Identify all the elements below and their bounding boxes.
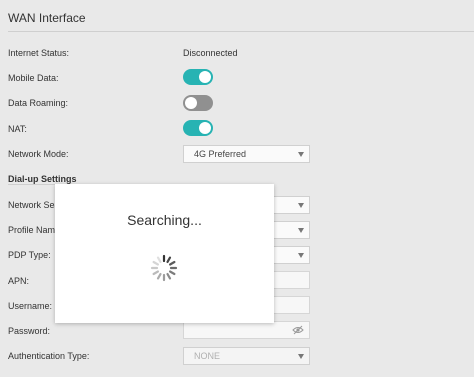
toggle-knob [199,122,211,134]
searching-dialog: Searching... [55,184,274,323]
section-divider [8,31,474,32]
auth-type-value: NONE [194,351,221,361]
network-mode-label: Network Mode: [8,149,69,159]
auth-type-select[interactable]: NONE [183,347,310,365]
chevron-down-icon [298,203,304,208]
apn-label: APN: [8,276,30,286]
internet-status-value: Disconnected [183,48,238,58]
chevron-down-icon [298,228,304,233]
auth-type-label: Authentication Type: [8,351,90,361]
network-mode-value: 4G Preferred [194,149,247,159]
profile-name-label: Profile Nam [8,225,56,235]
internet-status-label: Internet Status: [8,48,70,58]
toggle-knob [185,97,197,109]
network-search-label: Network Sea [8,200,60,210]
mobile-data-label: Mobile Data: [8,73,59,83]
data-roaming-label: Data Roaming: [8,98,69,108]
chevron-down-icon [298,152,304,157]
nat-toggle[interactable] [183,120,213,136]
nat-label: NAT: [8,124,27,134]
dialup-heading: Dial-up Settings [8,174,77,184]
data-roaming-toggle[interactable] [183,95,213,111]
toggle-knob [199,71,211,83]
searching-text: Searching... [127,212,202,228]
section-title: WAN Interface [8,11,86,25]
username-label: Username: [8,301,53,311]
password-label: Password: [8,326,51,336]
eye-slash-icon[interactable] [292,325,304,335]
mobile-data-toggle[interactable] [183,69,213,85]
pdp-type-label: PDP Type: [8,250,51,260]
chevron-down-icon [298,253,304,258]
network-mode-select[interactable]: 4G Preferred [183,145,310,163]
chevron-down-icon [298,354,304,359]
spinner-icon [150,254,178,282]
password-input[interactable] [183,321,310,339]
